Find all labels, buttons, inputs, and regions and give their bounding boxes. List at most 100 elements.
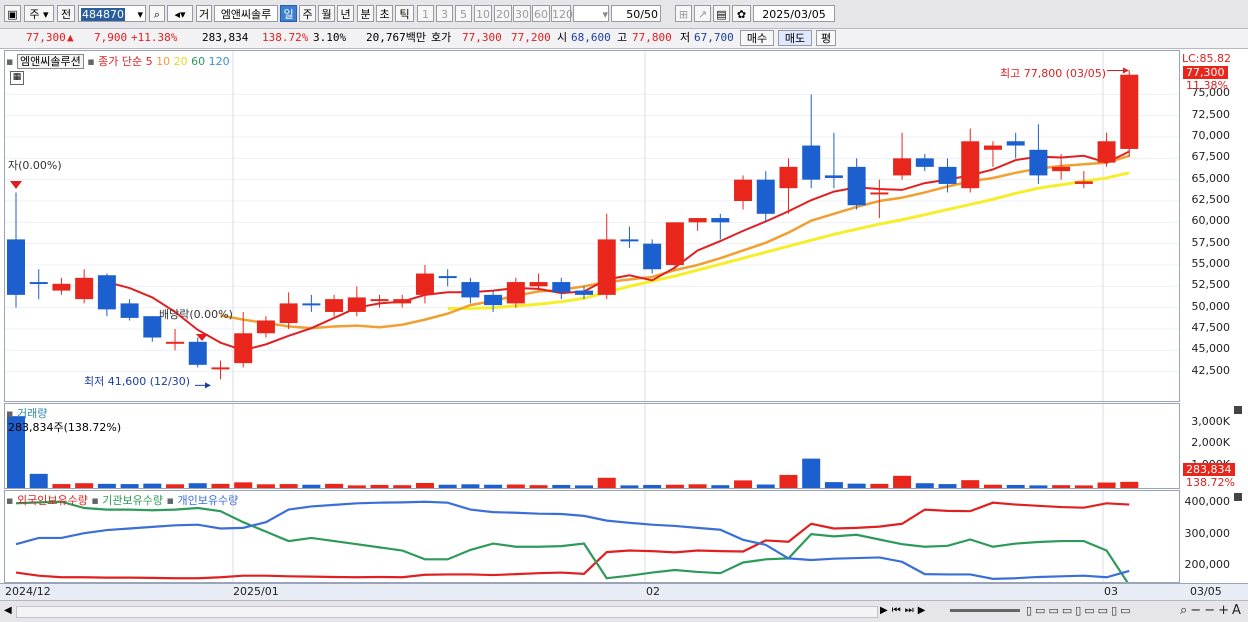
interval-5[interactable]: 5 <box>455 5 472 22</box>
candle-body[interactable] <box>597 239 616 295</box>
candle-body[interactable] <box>234 333 253 364</box>
volume-bar[interactable] <box>393 485 412 488</box>
volume-bar[interactable] <box>1029 485 1048 488</box>
window-menu-icon[interactable]: ▣ <box>4 5 21 22</box>
volume-bar[interactable] <box>1074 485 1093 488</box>
candle-body[interactable] <box>893 158 912 176</box>
candle-body[interactable] <box>620 239 639 242</box>
grid-icon[interactable]: ⊞ <box>675 5 692 22</box>
candle-body[interactable] <box>120 303 139 318</box>
candle-body[interactable] <box>734 179 753 201</box>
volume-bar[interactable] <box>711 485 730 488</box>
view-tools-icons[interactable]: ▯▭▭▭▯▭▭▯▭ <box>1026 604 1134 618</box>
candle-body[interactable] <box>97 275 116 310</box>
period-tab-week[interactable]: 주 <box>299 5 316 22</box>
volume-bar[interactable] <box>97 483 116 488</box>
candle-body[interactable] <box>711 218 730 223</box>
holdings-chart-pane[interactable]: ▪ 외국인보유수량 ▪ 기관보유수량 ▪ 개인보유수량 <box>4 490 1180 583</box>
volume-bar[interactable] <box>166 484 185 488</box>
candle-body[interactable] <box>575 290 593 295</box>
candle-body[interactable] <box>188 341 207 365</box>
candle-body[interactable] <box>393 299 412 304</box>
candle-body[interactable] <box>802 145 821 180</box>
interval-3[interactable]: 3 <box>436 5 453 22</box>
average-button[interactable]: 평 <box>816 30 836 46</box>
interval-120[interactable]: 120 <box>551 5 573 22</box>
candle-body[interactable] <box>29 282 48 285</box>
volume-bar[interactable] <box>29 473 48 488</box>
foreign-legend[interactable]: 외국인보유수량 <box>17 494 88 507</box>
magnifier-icon[interactable]: ⌕ <box>1180 603 1190 618</box>
volume-bar[interactable] <box>688 484 707 488</box>
volume-bar[interactable] <box>597 477 616 488</box>
candle-body[interactable] <box>552 282 571 293</box>
volume-bar[interactable] <box>347 485 366 488</box>
candle-body[interactable] <box>1097 141 1116 163</box>
period-tab-second[interactable]: 초 <box>376 5 393 22</box>
volume-bar[interactable] <box>325 483 344 488</box>
gear-icon[interactable]: ✿ <box>732 5 751 22</box>
volume-bar[interactable] <box>438 484 457 488</box>
search-icon[interactable]: ⌕ <box>149 5 165 22</box>
volume-bar[interactable] <box>234 482 253 488</box>
candle-body[interactable] <box>438 276 457 279</box>
volume-bar[interactable] <box>779 474 798 488</box>
ma60-legend[interactable]: 60 <box>191 55 205 68</box>
candle-body[interactable] <box>302 303 321 306</box>
volume-bar[interactable] <box>734 480 753 488</box>
volume-bar[interactable] <box>461 484 480 488</box>
scroll-left-icon[interactable]: ◀ <box>4 604 14 618</box>
period-tab-month[interactable]: 월 <box>318 5 335 22</box>
volume-bar[interactable] <box>120 484 139 488</box>
candle-body[interactable] <box>166 341 185 344</box>
volume-bar[interactable] <box>575 485 593 488</box>
playback-controls[interactable]: ▶⏮⏭▶ <box>880 604 929 618</box>
candle-body[interactable] <box>52 283 71 291</box>
candle-body[interactable] <box>961 141 980 189</box>
period-tab-tick[interactable]: 틱 <box>395 5 414 22</box>
volume-bar[interactable] <box>938 484 957 488</box>
volume-bar[interactable] <box>665 484 684 488</box>
volume-bar[interactable] <box>1052 485 1071 488</box>
volume-bar[interactable] <box>506 484 525 488</box>
volume-bar[interactable] <box>143 483 162 488</box>
close-pane-icon[interactable] <box>1234 406 1242 414</box>
close-pane-icon[interactable] <box>1234 493 1242 501</box>
zoom-out-icon[interactable]: − <box>1190 603 1204 618</box>
price-chart-pane[interactable]: ▪ 엠앤씨솔루션 ▪ 종가 단순 5 10 20 60 120 ▦ 최고 77,… <box>4 50 1180 402</box>
interval-60[interactable]: 60 <box>532 5 550 22</box>
candle-body[interactable] <box>347 297 366 312</box>
date-input[interactable]: 2025/03/05 <box>753 5 835 22</box>
volume-bar[interactable] <box>643 484 662 488</box>
horizontal-scrollbar[interactable] <box>16 606 878 618</box>
candle-body[interactable] <box>75 277 94 300</box>
candle-body[interactable] <box>938 166 957 184</box>
ma120-legend[interactable]: 120 <box>209 55 230 68</box>
candle-body[interactable] <box>256 320 275 334</box>
volume-bar[interactable] <box>961 480 980 488</box>
candle-body[interactable] <box>211 367 230 370</box>
zoom-in-icon[interactable]: + <box>1218 603 1232 618</box>
stock-type-select[interactable]: 주 ▾ <box>24 5 54 22</box>
prev-button[interactable]: 전 <box>57 5 75 22</box>
stock-code-input[interactable]: 484870 ▾ <box>78 5 146 22</box>
candle-body[interactable] <box>915 158 934 167</box>
individual-legend[interactable]: 개인보유수량 <box>177 494 238 507</box>
draw-line-icon[interactable]: ↗ <box>694 5 711 22</box>
candle-body[interactable] <box>1052 166 1071 172</box>
volume-bar[interactable] <box>302 484 321 488</box>
candle-body[interactable] <box>983 145 1002 150</box>
volume-bar[interactable] <box>870 483 889 488</box>
volume-bar[interactable] <box>802 458 821 488</box>
calculator-icon[interactable]: ▦ <box>10 71 24 85</box>
speaker-icon[interactable]: ◂▾ <box>167 5 193 22</box>
volume-bar[interactable] <box>1006 484 1025 488</box>
candle-body[interactable] <box>756 179 775 214</box>
candle-body[interactable] <box>779 166 798 189</box>
candle-body[interactable] <box>506 282 525 304</box>
candle-body[interactable] <box>279 303 298 324</box>
volume-bar[interactable] <box>484 484 503 488</box>
candle-body[interactable] <box>870 192 889 195</box>
candle-body[interactable] <box>1074 181 1093 184</box>
interval-1[interactable]: 1 <box>417 5 434 22</box>
